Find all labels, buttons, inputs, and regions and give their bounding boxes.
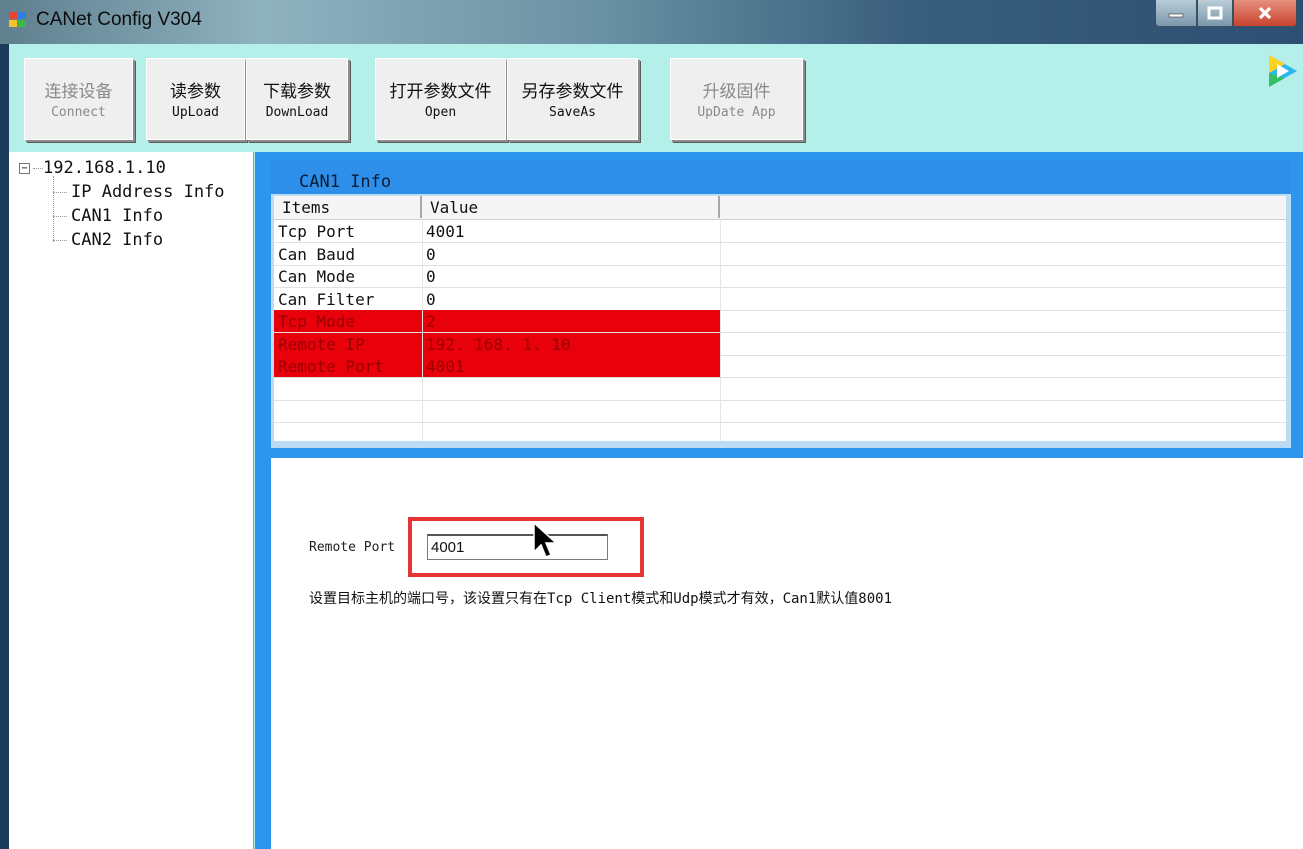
tree-node-can1-info[interactable]: CAN1 Info [71, 206, 163, 226]
table-row[interactable]: Tcp Port 4001 [274, 220, 1286, 243]
upload-label-en: UpLoad [172, 105, 219, 120]
row-item-value[interactable]: 0 [422, 265, 720, 287]
column-header-items[interactable]: Items [274, 196, 422, 218]
title-bar: CANet Config V304 [0, 0, 1303, 44]
row-item-name[interactable]: Tcp Port [274, 220, 422, 242]
row-item-name[interactable]: Tcp Mode [274, 310, 422, 332]
mouse-cursor-icon [533, 522, 558, 558]
update-app-label-en: UpDate App [697, 105, 776, 120]
device-tree[interactable]: − 192.168.1.10 IP Address Info CAN1 Info… [9, 152, 254, 849]
row-item-value[interactable]: 0 [422, 243, 720, 265]
remote-port-label: Remote Port [309, 540, 396, 555]
edit-panel: Remote Port 设置目标主机的端口号，该设置只有在Tcp Client模… [271, 458, 1303, 849]
field-description: 设置目标主机的端口号，该设置只有在Tcp Client模式和Udp模式才有效，C… [309, 591, 893, 607]
row-item-value[interactable]: 4001 [422, 355, 720, 377]
saveas-label-en: SaveAs [549, 105, 596, 120]
info-panel: CAN1 Info Items Value Tcp Port 4001 Can Ba… [271, 160, 1291, 448]
main-window: 连接设备 Connect 读参数 UpLoad 下载参数 DownLoad 打开参数文件 Op… [9, 44, 1303, 849]
tree-node-can2-info[interactable]: CAN2 Info [71, 230, 163, 250]
close-icon [1258, 6, 1272, 20]
app-icon [9, 12, 27, 28]
tree-node-root[interactable]: 192.168.1.10 [43, 158, 166, 178]
connect-button[interactable]: 连接设备 Connect [24, 58, 133, 140]
grid-header: Items Value [274, 196, 1286, 220]
download-label-cn: 下载参数 [263, 82, 331, 102]
window-controls [1155, 0, 1297, 30]
parameter-grid[interactable]: Items Value Tcp Port 4001 Can Baud 0 Can Mod… [274, 196, 1286, 441]
update-app-button[interactable]: 升级固件 UpDate App [670, 58, 803, 140]
table-row[interactable]: Remote IP 192. 168. 1. 10 [274, 332, 1286, 356]
window-title: CANet Config V304 [36, 9, 202, 30]
saveas-button[interactable]: 另存参数文件 SaveAs [507, 58, 638, 140]
row-item-name[interactable]: Can Mode [274, 265, 422, 287]
table-row[interactable]: Remote Port 4001 [274, 355, 1286, 378]
table-row-empty[interactable] [274, 378, 1286, 401]
saveas-label-cn: 另存参数文件 [521, 82, 624, 102]
highlight-box [408, 517, 644, 577]
info-header: CAN1 Info [271, 160, 1291, 194]
row-item-value[interactable]: 4001 [422, 220, 720, 242]
row-item-name[interactable]: Remote Port [274, 355, 422, 377]
tree-collapse-toggle[interactable]: − [19, 163, 30, 174]
table-row[interactable]: Can Baud 0 [274, 243, 1286, 266]
update-app-label-cn: 升级固件 [702, 82, 771, 102]
info-title: CAN1 Info [299, 172, 392, 192]
maximize-button[interactable] [1197, 0, 1233, 27]
download-label-en: DownLoad [265, 105, 329, 120]
table-row-empty[interactable] [274, 400, 1286, 423]
row-item-value[interactable]: 0 [422, 288, 720, 310]
minimize-button[interactable] [1155, 0, 1197, 27]
connect-label-en: Connect [51, 105, 106, 120]
row-item-value[interactable]: 192. 168. 1. 10 [422, 332, 720, 355]
minimize-icon [1168, 13, 1184, 18]
connect-label-cn: 连接设备 [44, 82, 113, 102]
row-item-name[interactable]: Can Filter [274, 288, 422, 310]
open-label-cn: 打开参数文件 [389, 82, 492, 102]
upload-label-cn: 读参数 [170, 82, 221, 102]
download-button[interactable]: 下载参数 DownLoad [246, 58, 348, 140]
upload-button[interactable]: 读参数 UpLoad [146, 58, 245, 140]
table-row[interactable]: Tcp Mode 2 [274, 310, 1286, 333]
column-header-value[interactable]: Value [422, 196, 720, 218]
table-row[interactable]: Can Filter 0 [274, 288, 1286, 311]
close-button[interactable] [1233, 0, 1297, 27]
open-button[interactable]: 打开参数文件 Open [375, 58, 506, 140]
tree-node-ip-address-info[interactable]: IP Address Info [71, 182, 225, 202]
right-pane: CAN1 Info Items Value Tcp Port 4001 Can Ba… [255, 152, 1303, 849]
video-logo-icon [1269, 55, 1297, 87]
row-item-name[interactable]: Can Baud [274, 243, 422, 265]
maximize-icon [1207, 6, 1223, 20]
open-label-en: Open [424, 105, 457, 120]
row-item-value[interactable]: 2 [422, 310, 720, 332]
table-row[interactable]: Can Mode 0 [274, 265, 1286, 288]
row-item-name[interactable]: Remote IP [274, 332, 422, 355]
